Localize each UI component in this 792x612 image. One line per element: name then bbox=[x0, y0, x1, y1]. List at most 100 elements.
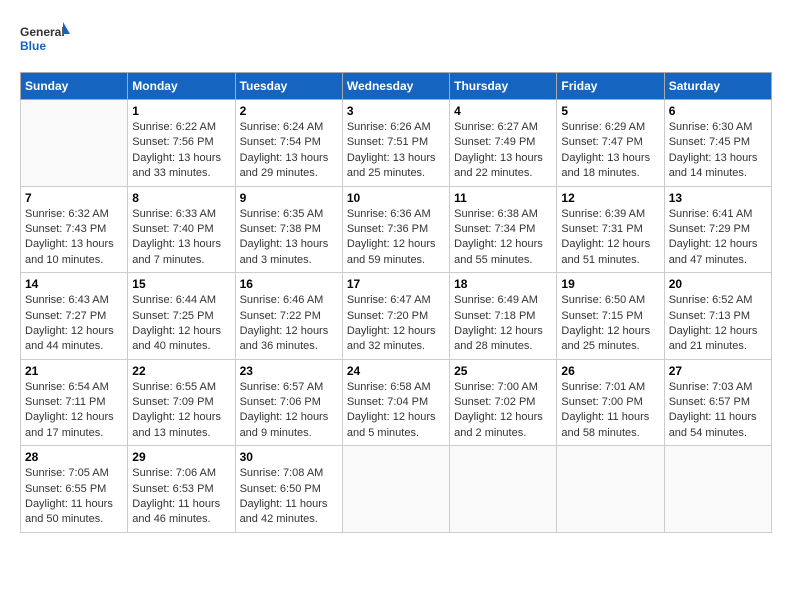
daylight-text: Daylight: 11 hours and 58 minutes. bbox=[561, 411, 649, 438]
day-number: 13 bbox=[669, 191, 767, 205]
day-info: Sunrise: 6:57 AM Sunset: 7:06 PM Dayligh… bbox=[240, 380, 338, 442]
day-number: 1 bbox=[132, 104, 230, 118]
sunrise-text: Sunrise: 6:44 AM bbox=[132, 294, 216, 306]
day-info: Sunrise: 6:30 AM Sunset: 7:45 PM Dayligh… bbox=[669, 120, 767, 182]
sunset-text: Sunset: 7:31 PM bbox=[561, 223, 642, 235]
sunset-text: Sunset: 7:15 PM bbox=[561, 310, 642, 322]
sunset-text: Sunset: 7:34 PM bbox=[454, 223, 535, 235]
weekday-header-thursday: Thursday bbox=[450, 73, 557, 100]
sunrise-text: Sunrise: 6:32 AM bbox=[25, 208, 109, 220]
sunrise-text: Sunrise: 6:27 AM bbox=[454, 121, 538, 133]
calendar-cell: 20 Sunrise: 6:52 AM Sunset: 7:13 PM Dayl… bbox=[664, 273, 771, 360]
sunset-text: Sunset: 7:43 PM bbox=[25, 223, 106, 235]
calendar-cell: 22 Sunrise: 6:55 AM Sunset: 7:09 PM Dayl… bbox=[128, 359, 235, 446]
calendar-cell: 10 Sunrise: 6:36 AM Sunset: 7:36 PM Dayl… bbox=[342, 186, 449, 273]
calendar-cell: 28 Sunrise: 7:05 AM Sunset: 6:55 PM Dayl… bbox=[21, 446, 128, 533]
daylight-text: Daylight: 11 hours and 46 minutes. bbox=[132, 498, 220, 525]
daylight-text: Daylight: 12 hours and 59 minutes. bbox=[347, 238, 436, 265]
day-number: 10 bbox=[347, 191, 445, 205]
week-row-3: 14 Sunrise: 6:43 AM Sunset: 7:27 PM Dayl… bbox=[21, 273, 772, 360]
day-info: Sunrise: 7:06 AM Sunset: 6:53 PM Dayligh… bbox=[132, 466, 230, 528]
daylight-text: Daylight: 13 hours and 7 minutes. bbox=[132, 238, 221, 265]
day-info: Sunrise: 6:32 AM Sunset: 7:43 PM Dayligh… bbox=[25, 207, 123, 269]
sunrise-text: Sunrise: 6:43 AM bbox=[25, 294, 109, 306]
sunrise-text: Sunrise: 6:47 AM bbox=[347, 294, 431, 306]
sunset-text: Sunset: 7:06 PM bbox=[240, 396, 321, 408]
daylight-text: Daylight: 11 hours and 42 minutes. bbox=[240, 498, 328, 525]
day-number: 26 bbox=[561, 364, 659, 378]
sunset-text: Sunset: 7:56 PM bbox=[132, 136, 213, 148]
calendar-cell: 18 Sunrise: 6:49 AM Sunset: 7:18 PM Dayl… bbox=[450, 273, 557, 360]
daylight-text: Daylight: 13 hours and 25 minutes. bbox=[347, 152, 436, 179]
calendar-cell: 1 Sunrise: 6:22 AM Sunset: 7:56 PM Dayli… bbox=[128, 100, 235, 187]
daylight-text: Daylight: 12 hours and 21 minutes. bbox=[669, 325, 758, 352]
sunset-text: Sunset: 7:54 PM bbox=[240, 136, 321, 148]
sunset-text: Sunset: 7:36 PM bbox=[347, 223, 428, 235]
sunrise-text: Sunrise: 7:03 AM bbox=[669, 381, 753, 393]
sunset-text: Sunset: 7:22 PM bbox=[240, 310, 321, 322]
daylight-text: Daylight: 13 hours and 22 minutes. bbox=[454, 152, 543, 179]
sunset-text: Sunset: 7:20 PM bbox=[347, 310, 428, 322]
day-info: Sunrise: 6:52 AM Sunset: 7:13 PM Dayligh… bbox=[669, 293, 767, 355]
daylight-text: Daylight: 12 hours and 36 minutes. bbox=[240, 325, 329, 352]
calendar-cell: 19 Sunrise: 6:50 AM Sunset: 7:15 PM Dayl… bbox=[557, 273, 664, 360]
daylight-text: Daylight: 12 hours and 44 minutes. bbox=[25, 325, 114, 352]
day-info: Sunrise: 6:27 AM Sunset: 7:49 PM Dayligh… bbox=[454, 120, 552, 182]
sunrise-text: Sunrise: 6:26 AM bbox=[347, 121, 431, 133]
day-number: 24 bbox=[347, 364, 445, 378]
calendar-cell: 27 Sunrise: 7:03 AM Sunset: 6:57 PM Dayl… bbox=[664, 359, 771, 446]
weekday-header-monday: Monday bbox=[128, 73, 235, 100]
sunrise-text: Sunrise: 6:24 AM bbox=[240, 121, 324, 133]
day-info: Sunrise: 7:00 AM Sunset: 7:02 PM Dayligh… bbox=[454, 380, 552, 442]
day-info: Sunrise: 6:41 AM Sunset: 7:29 PM Dayligh… bbox=[669, 207, 767, 269]
weekday-header-friday: Friday bbox=[557, 73, 664, 100]
sunset-text: Sunset: 7:27 PM bbox=[25, 310, 106, 322]
daylight-text: Daylight: 12 hours and 2 minutes. bbox=[454, 411, 543, 438]
daylight-text: Daylight: 12 hours and 25 minutes. bbox=[561, 325, 650, 352]
day-number: 28 bbox=[25, 450, 123, 464]
calendar-cell: 29 Sunrise: 7:06 AM Sunset: 6:53 PM Dayl… bbox=[128, 446, 235, 533]
logo-svg: General Blue bbox=[20, 20, 70, 62]
sunset-text: Sunset: 7:09 PM bbox=[132, 396, 213, 408]
sunset-text: Sunset: 7:49 PM bbox=[454, 136, 535, 148]
daylight-text: Daylight: 13 hours and 14 minutes. bbox=[669, 152, 758, 179]
calendar-cell: 30 Sunrise: 7:08 AM Sunset: 6:50 PM Dayl… bbox=[235, 446, 342, 533]
calendar-cell: 15 Sunrise: 6:44 AM Sunset: 7:25 PM Dayl… bbox=[128, 273, 235, 360]
day-number: 17 bbox=[347, 277, 445, 291]
calendar-cell: 17 Sunrise: 6:47 AM Sunset: 7:20 PM Dayl… bbox=[342, 273, 449, 360]
daylight-text: Daylight: 13 hours and 10 minutes. bbox=[25, 238, 114, 265]
day-number: 23 bbox=[240, 364, 338, 378]
daylight-text: Daylight: 13 hours and 33 minutes. bbox=[132, 152, 221, 179]
daylight-text: Daylight: 12 hours and 13 minutes. bbox=[132, 411, 221, 438]
daylight-text: Daylight: 12 hours and 28 minutes. bbox=[454, 325, 543, 352]
sunrise-text: Sunrise: 6:49 AM bbox=[454, 294, 538, 306]
day-info: Sunrise: 6:33 AM Sunset: 7:40 PM Dayligh… bbox=[132, 207, 230, 269]
sunrise-text: Sunrise: 6:35 AM bbox=[240, 208, 324, 220]
day-info: Sunrise: 6:39 AM Sunset: 7:31 PM Dayligh… bbox=[561, 207, 659, 269]
calendar-cell: 24 Sunrise: 6:58 AM Sunset: 7:04 PM Dayl… bbox=[342, 359, 449, 446]
sunrise-text: Sunrise: 7:01 AM bbox=[561, 381, 645, 393]
calendar-cell bbox=[21, 100, 128, 187]
daylight-text: Daylight: 12 hours and 32 minutes. bbox=[347, 325, 436, 352]
daylight-text: Daylight: 13 hours and 29 minutes. bbox=[240, 152, 329, 179]
day-info: Sunrise: 6:50 AM Sunset: 7:15 PM Dayligh… bbox=[561, 293, 659, 355]
logo: General Blue bbox=[20, 20, 70, 62]
day-number: 9 bbox=[240, 191, 338, 205]
sunset-text: Sunset: 7:18 PM bbox=[454, 310, 535, 322]
day-number: 3 bbox=[347, 104, 445, 118]
sunrise-text: Sunrise: 6:58 AM bbox=[347, 381, 431, 393]
day-number: 6 bbox=[669, 104, 767, 118]
day-info: Sunrise: 6:36 AM Sunset: 7:36 PM Dayligh… bbox=[347, 207, 445, 269]
day-info: Sunrise: 6:38 AM Sunset: 7:34 PM Dayligh… bbox=[454, 207, 552, 269]
weekday-header-tuesday: Tuesday bbox=[235, 73, 342, 100]
day-number: 14 bbox=[25, 277, 123, 291]
daylight-text: Daylight: 12 hours and 9 minutes. bbox=[240, 411, 329, 438]
daylight-text: Daylight: 11 hours and 50 minutes. bbox=[25, 498, 113, 525]
sunset-text: Sunset: 6:55 PM bbox=[25, 483, 106, 495]
calendar-cell: 12 Sunrise: 6:39 AM Sunset: 7:31 PM Dayl… bbox=[557, 186, 664, 273]
calendar-cell: 2 Sunrise: 6:24 AM Sunset: 7:54 PM Dayli… bbox=[235, 100, 342, 187]
sunrise-text: Sunrise: 6:52 AM bbox=[669, 294, 753, 306]
week-row-2: 7 Sunrise: 6:32 AM Sunset: 7:43 PM Dayli… bbox=[21, 186, 772, 273]
day-number: 16 bbox=[240, 277, 338, 291]
svg-text:General: General bbox=[20, 25, 65, 39]
